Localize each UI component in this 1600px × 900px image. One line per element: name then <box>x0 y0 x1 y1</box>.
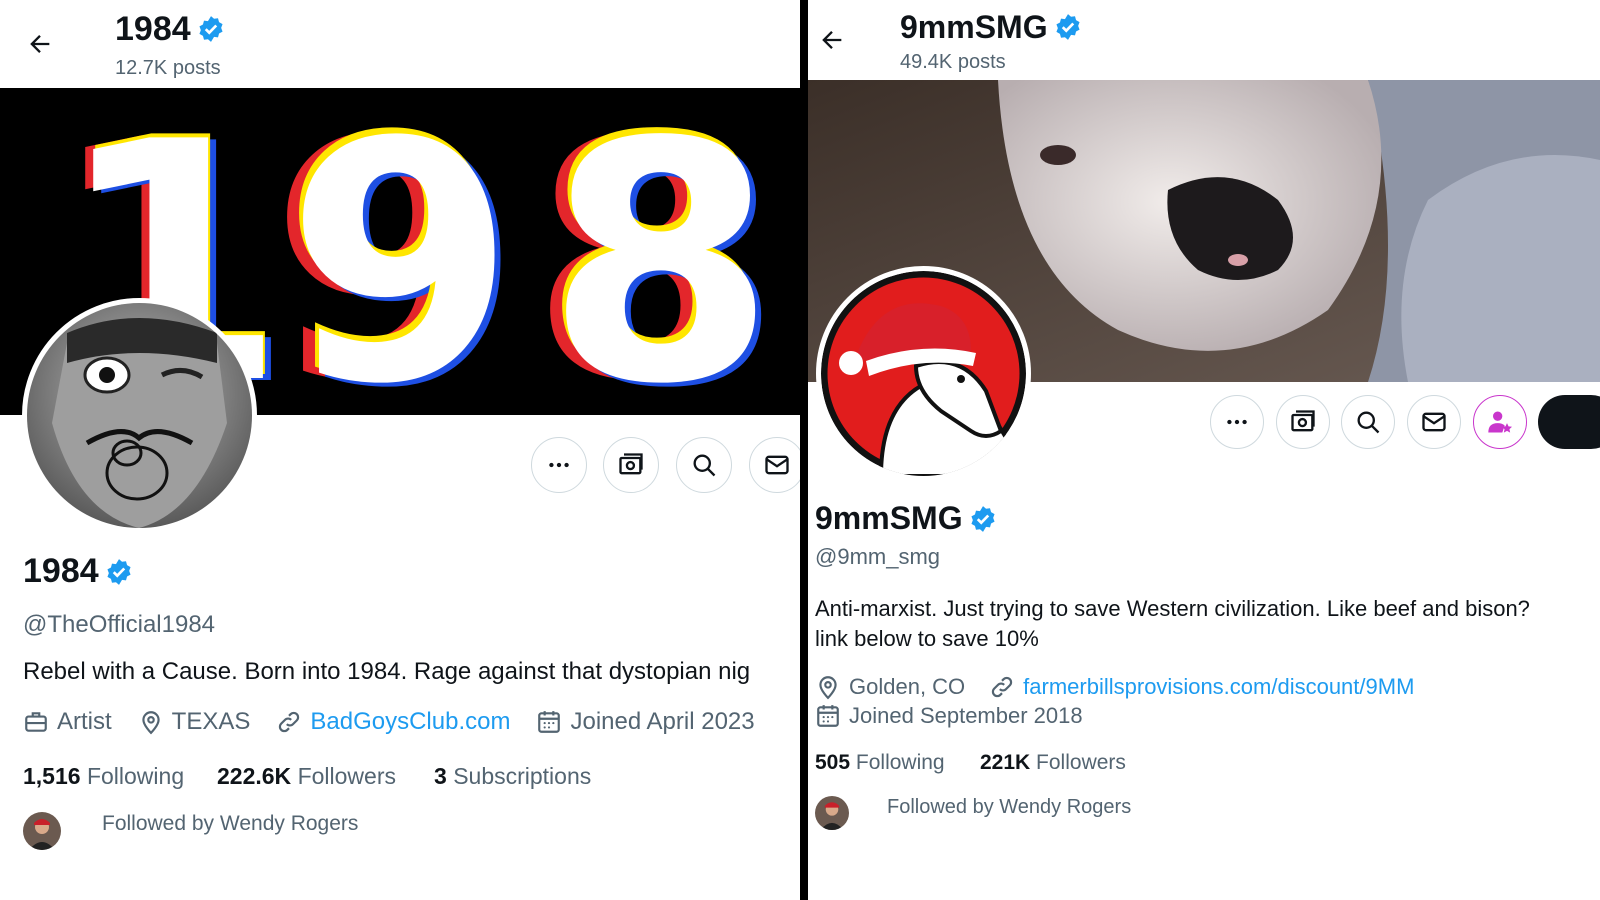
subscriptions-stat[interactable]: 3 Subscriptions <box>434 763 591 790</box>
follower-avatar-image <box>815 796 849 830</box>
follow-button[interactable] <box>1538 395 1600 449</box>
location-pin-icon <box>142 711 160 735</box>
followers-stat[interactable]: 222.6K Followers <box>217 763 396 790</box>
profile-avatar[interactable] <box>22 298 257 533</box>
display-name: 1984 <box>23 552 133 591</box>
more-dots-icon <box>1227 419 1247 425</box>
subscribe-button[interactable] <box>1473 395 1527 449</box>
follower-avatar-image <box>23 812 61 850</box>
briefcase-icon <box>25 712 47 732</box>
profile-panel-1984: 1984 12.7K posts 1 1 1 1 9 9 9 9 8 8 8 8… <box>0 0 800 900</box>
followed-by-text[interactable]: Followed by Wendy Rogers <box>102 812 358 836</box>
followers-stat[interactable]: 221K Followers <box>980 751 1126 775</box>
grok-summary-button[interactable] <box>603 437 659 493</box>
verified-badge-icon <box>1056 14 1080 40</box>
follower-avatar[interactable] <box>23 812 61 850</box>
profile-meta-row: Artist TEXAS BadGoysClub.com Joined Apri… <box>23 708 755 736</box>
profile-avatar[interactable] <box>816 266 1031 481</box>
svg-text:8: 8 <box>546 88 776 415</box>
profile-joined-row: Joined September 2018 <box>815 703 1083 729</box>
message-button[interactable] <box>749 437 800 493</box>
search-icon <box>1357 411 1380 434</box>
link-icon <box>279 711 300 733</box>
followed-by-text[interactable]: Followed by Wendy Rogers <box>887 796 1131 819</box>
profile-meta-row: Golden, CO farmerbillsprovisions.com/dis… <box>815 674 1414 700</box>
back-arrow-icon[interactable] <box>818 26 846 59</box>
profile-website-link[interactable]: BadGoysClub.com <box>310 708 510 736</box>
location-pin-icon <box>819 676 837 700</box>
svg-text:9: 9 <box>286 88 516 415</box>
calendar-icon <box>538 711 561 733</box>
message-button[interactable] <box>1407 395 1461 449</box>
user-handle: @9mm_smg <box>815 544 941 569</box>
grok-summary-icon <box>619 453 643 475</box>
profile-bio: Anti-marxist. Just trying to save Wester… <box>815 596 1530 651</box>
back-arrow-icon[interactable] <box>26 30 54 63</box>
profile-website-link[interactable]: farmerbillsprovisions.com/discount/9MM <box>1023 674 1414 700</box>
header-title: 9mmSMG <box>900 10 1082 44</box>
avatar-santa-dog-image <box>821 271 1026 476</box>
following-stat[interactable]: 1,516 Following <box>23 763 184 790</box>
verified-badge-icon <box>107 558 131 585</box>
search-icon <box>693 454 716 477</box>
header-post-count: 49.4K posts <box>900 51 1006 73</box>
grok-summary-button[interactable] <box>1276 395 1330 449</box>
profile-header: 1984 12.7K posts <box>0 0 800 88</box>
search-profile-button[interactable] <box>1341 395 1395 449</box>
search-profile-button[interactable] <box>676 437 732 493</box>
link-icon <box>992 676 1013 698</box>
avatar-portrait-image <box>27 303 252 528</box>
svg-text:198: 198 <box>0 88 27 92</box>
verified-badge-icon <box>971 505 995 532</box>
profile-header: 9mmSMG 49.4K posts <box>808 0 1600 80</box>
header-title: 1984 <box>115 12 225 46</box>
profile-panel-9mmsmg: 9mmSMG 49.4K posts 9mmSMG @9mm_smg Anti-… <box>808 0 1600 900</box>
user-handle: @TheOfficial1984 <box>23 611 216 638</box>
verified-badge-icon <box>199 16 223 42</box>
header-post-count: 12.7K posts <box>115 57 221 79</box>
mail-icon <box>765 455 789 475</box>
following-stat[interactable]: 505 Following <box>815 751 945 775</box>
mail-icon <box>1422 412 1446 432</box>
calendar-icon <box>817 705 839 727</box>
more-dots-icon <box>549 462 569 468</box>
subscribe-person-star-icon <box>1488 411 1513 433</box>
profile-bio: Rebel with a Cause. Born into 1984. Rage… <box>23 658 751 685</box>
more-options-button[interactable] <box>1210 395 1264 449</box>
display-name: 9mmSMG <box>815 500 997 537</box>
follower-avatar[interactable] <box>815 796 849 830</box>
more-options-button[interactable] <box>531 437 587 493</box>
grok-summary-icon <box>1291 410 1315 432</box>
